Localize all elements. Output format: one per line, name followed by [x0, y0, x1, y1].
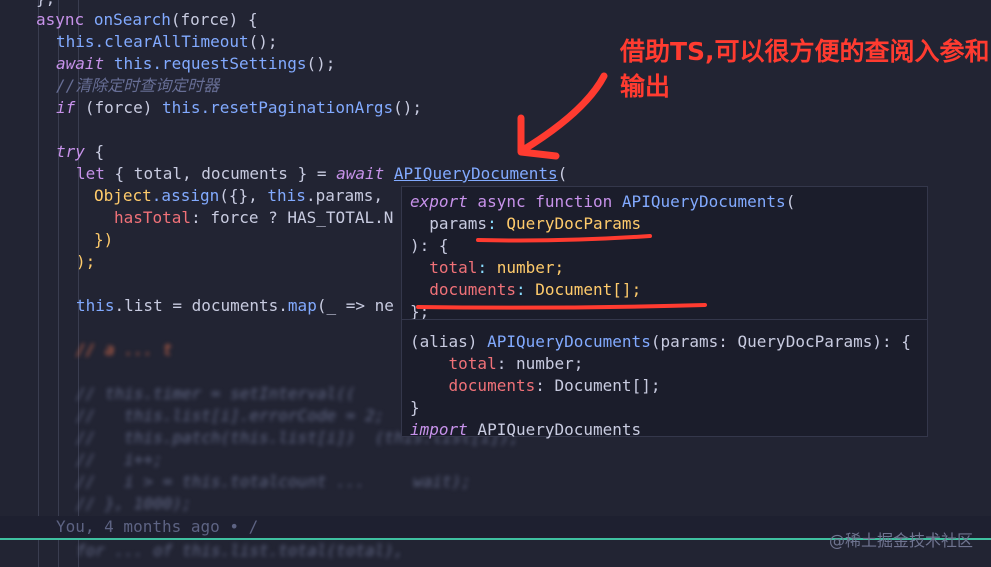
code-line: }) — [94, 230, 114, 249]
hover-line: export async function APIQueryDocuments( — [410, 192, 796, 211]
code-line: let { total, documents } = await APIQuer… — [76, 164, 568, 183]
hover-line: total: number; — [410, 258, 565, 277]
code-line: ); — [76, 252, 96, 271]
code-line: if (force) this.resetPaginationArgs(); — [56, 98, 423, 117]
hover-line: total: number; — [410, 354, 584, 373]
watermark: @稀土掘金技术社区 — [828, 531, 973, 550]
blurred-line: // this.timer = setInterval(( — [76, 384, 356, 403]
code-editor[interactable]: }; async onSearch(force) { this.clearAll… — [0, 0, 991, 567]
blurred-line: // i > = this.totalcount ... wait); — [76, 472, 471, 491]
hover-divider — [402, 319, 927, 320]
hover-line: ): { — [410, 236, 449, 255]
indent-guide — [38, 0, 39, 567]
code-line: this.list = documents.map(_ => ne — [76, 296, 394, 315]
hover-line: (alias) APIQueryDocuments(params: QueryD… — [410, 332, 911, 351]
blurred-line: // i++; — [76, 450, 163, 469]
hover-line: import APIQueryDocuments — [410, 420, 642, 439]
annotation-arrow-icon — [519, 72, 608, 154]
code-line: hasTotal: force ? HAS_TOTAL.N — [114, 208, 394, 227]
annotation-text: 借助TS,可以很方便的查阅入参和输出 — [620, 37, 990, 101]
blurred-line: // a ... t — [76, 340, 173, 359]
code-line: try { — [56, 142, 105, 161]
hover-line: params: QueryDocParams — [410, 214, 642, 233]
blurred-line: for ... of this.list.total(total), — [76, 541, 404, 560]
code-line: this.clearAllTimeout(); — [56, 32, 278, 51]
blurred-line: // }, 1000); — [76, 494, 192, 513]
hover-line: documents: Document[]; — [410, 376, 661, 395]
code-line: Object.assign({}, this.params, — [94, 186, 383, 205]
hover-line: } — [410, 398, 420, 417]
hover-line: documents: Document[]; — [410, 280, 642, 299]
blurred-line: // this.list[i].errorCode = 2; — [76, 406, 385, 425]
code-line: async onSearch(force) { — [36, 10, 258, 29]
code-line: await this.requestSettings(); — [56, 54, 336, 73]
annotation-arrowhead-icon — [517, 114, 560, 160]
hovered-symbol[interactable]: APIQueryDocuments — [394, 164, 558, 183]
code-comment: //清除定时查询定时器 — [56, 76, 220, 95]
hover-tooltip: export async function APIQueryDocuments(… — [401, 186, 928, 439]
git-blame-annotation: You, 4 months ago • / — [56, 517, 259, 536]
